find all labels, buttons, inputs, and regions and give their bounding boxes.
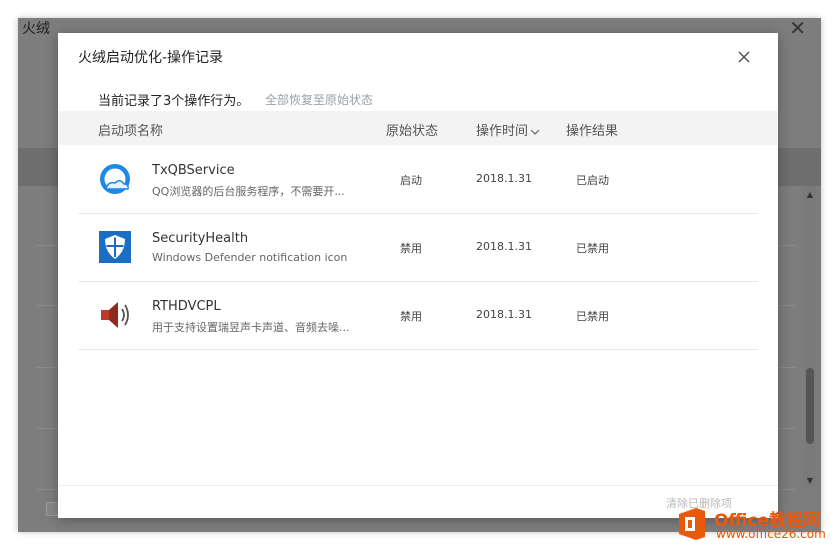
row-original-status: 启动: [400, 174, 422, 187]
row-operation-time: 2018.1.31: [476, 172, 532, 185]
chevron-down-icon[interactable]: [530, 128, 540, 136]
row-description: 用于支持设置瑞昱声卡声道、音频去噪...: [152, 321, 350, 334]
restore-all-link[interactable]: 全部恢复至原始状态: [265, 91, 373, 108]
column-header-original-status: 原始状态: [386, 124, 439, 139]
table-row: TxQBService QQ浏览器的后台服务程序，不需要开... 启动 2018…: [78, 145, 758, 214]
row-result: 已禁用: [576, 242, 609, 255]
row-operation-time: 2018.1.31: [476, 308, 532, 321]
background-window-title: 火绒: [22, 21, 50, 37]
column-header-name: 启动项名称: [98, 124, 164, 139]
background-close-icon: ✕: [789, 16, 806, 40]
footer-divider: [58, 485, 778, 486]
row-operation-time: 2018.1.31: [476, 240, 532, 253]
row-name: RTHDVCPL: [152, 299, 221, 314]
row-name: TxQBService: [152, 163, 235, 178]
row-name: SecurityHealth: [152, 231, 249, 246]
row-result: 已禁用: [576, 310, 609, 323]
column-header-time[interactable]: 操作时间: [476, 120, 540, 139]
column-header-result: 操作结果: [566, 124, 619, 139]
row-description: QQ浏览器的后台服务程序，不需要开...: [152, 185, 345, 198]
table-header: 启动项名称 原始状态 操作时间 操作结果: [58, 111, 778, 145]
watermark-url: www.office26.com: [716, 527, 826, 541]
column-header-time-label: 操作时间: [476, 124, 529, 139]
scroll-down-arrow-icon: ▼: [806, 476, 814, 485]
operation-log-dialog: 火绒启动优化-操作记录 当前记录了3个操作行为。 全部恢复至原始状态 启动项名称…: [58, 33, 778, 518]
background-scroll-thumb: [806, 368, 814, 444]
row-description: Windows Defender notification icon: [152, 251, 348, 264]
close-icon[interactable]: [736, 49, 752, 65]
record-summary: 当前记录了3个操作行为。: [98, 94, 250, 109]
scroll-up-arrow-icon: ▲: [806, 190, 814, 199]
office-logo-icon: [679, 508, 705, 540]
windows-defender-shield-icon: [99, 231, 131, 263]
row-original-status: 禁用: [400, 242, 422, 255]
speaker-icon: [101, 302, 129, 328]
table-row: RTHDVCPL 用于支持设置瑞昱声卡声道、音频去噪... 禁用 2018.1.…: [78, 281, 758, 350]
watermark: Office教程网 www.office26.com: [676, 506, 830, 544]
dialog-title: 火绒启动优化-操作记录: [78, 50, 224, 66]
qq-browser-icon: [100, 164, 130, 194]
table-row: SecurityHealth Windows Defender notifica…: [78, 213, 758, 282]
row-original-status: 禁用: [400, 310, 422, 323]
row-result: 已启动: [576, 174, 609, 187]
